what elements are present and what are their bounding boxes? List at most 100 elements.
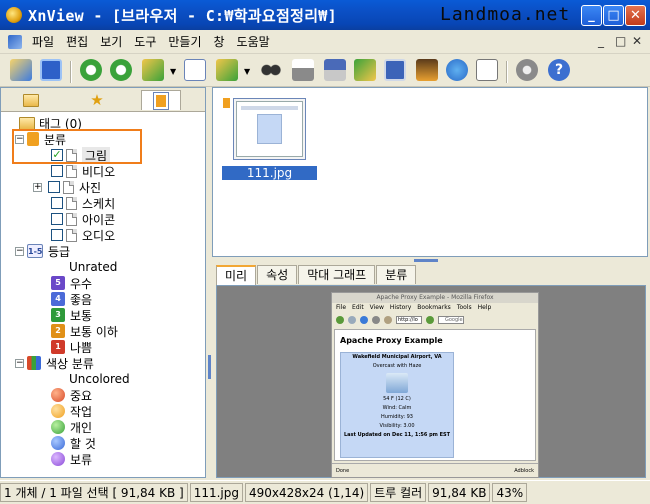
- mdi-minimize-button[interactable]: _: [598, 34, 604, 48]
- close-button[interactable]: ✕: [625, 5, 646, 26]
- horizontal-splitter[interactable]: [212, 257, 650, 265]
- capture-icon[interactable]: [382, 57, 408, 83]
- status-dimensions: 490x428x24 (1,14): [245, 483, 369, 502]
- preview-image-firefox-screenshot: Apache Proxy Example - Mozilla Firefox F…: [331, 292, 539, 478]
- collapse-toggle[interactable]: −: [15, 358, 24, 368]
- tree-item-rating-average[interactable]: 3 보통: [51, 307, 92, 323]
- tree-item-video[interactable]: 비디오: [51, 163, 115, 179]
- tree-item-color-personal[interactable]: 개인: [51, 419, 92, 435]
- left-panel-tabs: ★: [1, 88, 205, 112]
- find-icon[interactable]: [258, 57, 284, 83]
- mdi-close-button[interactable]: ✕: [632, 34, 642, 48]
- ff-weather-card: Wakefield Municipal Airport, VA Overcast…: [340, 352, 454, 458]
- tree-item-rating-excellent[interactable]: 5 우수: [51, 275, 92, 291]
- menu-file[interactable]: 파일: [26, 33, 60, 50]
- audio-checkbox[interactable]: [51, 229, 63, 241]
- watermark-text: Landmoa.net: [440, 4, 571, 25]
- sketch-checkbox[interactable]: [51, 197, 63, 209]
- window-title: XnView - [브라우저 - C:₩학과요점정리₩]: [28, 6, 337, 25]
- video-checkbox[interactable]: [51, 165, 63, 177]
- tree-item-color-labels[interactable]: − 색상 분류: [15, 355, 94, 371]
- ff-url: http://lo: [396, 316, 422, 324]
- web-icon[interactable]: [444, 57, 470, 83]
- rotate-right-icon[interactable]: [108, 57, 134, 83]
- tab-categories[interactable]: 분류: [376, 265, 417, 284]
- thumbnail-label[interactable]: 111.jpg: [222, 166, 317, 180]
- wallpaper-icon[interactable]: [414, 57, 440, 83]
- document-icon: [66, 164, 77, 178]
- contact-sheet-icon[interactable]: [474, 57, 500, 83]
- green-circle-icon: [51, 420, 65, 434]
- chevron-down-icon[interactable]: ▼: [244, 67, 250, 76]
- export-icon[interactable]: [214, 57, 240, 83]
- menu-tools[interactable]: 도구: [128, 33, 162, 50]
- tree-item-rating-good[interactable]: 4 좋음: [51, 291, 92, 307]
- forward-icon: [348, 316, 356, 324]
- reload-icon: [360, 316, 368, 324]
- tree-item-color-hold[interactable]: 보류: [51, 451, 92, 467]
- tree-item-unrated[interactable]: Unrated: [69, 259, 117, 275]
- menu-window[interactable]: 창: [208, 33, 231, 50]
- maximize-button[interactable]: □: [603, 5, 624, 26]
- tree-item-color-work[interactable]: 작업: [51, 403, 92, 419]
- thumbnail-browser: 111.jpg: [212, 87, 648, 257]
- minimize-button[interactable]: _: [581, 5, 602, 26]
- mdi-restore-button[interactable]: □: [615, 34, 626, 48]
- print-icon[interactable]: [290, 57, 316, 83]
- tree-item-rating-bad[interactable]: 1 나쁨: [51, 339, 92, 355]
- rating-5-icon: 5: [51, 276, 65, 290]
- copy-move-icon[interactable]: [140, 57, 166, 83]
- tree-item-color-important[interactable]: 중요: [51, 387, 92, 403]
- tree-item-photo[interactable]: + 사진: [33, 179, 101, 195]
- menu-view[interactable]: 보기: [94, 33, 128, 50]
- tree-item-sketch[interactable]: 스케치: [51, 195, 115, 211]
- menu-bar: 파일 편집 보기 도구 만들기 창 도움말: [0, 30, 650, 54]
- tree-item-audio[interactable]: 오디오: [51, 227, 115, 243]
- thumbnail-111-jpg[interactable]: [233, 98, 306, 160]
- menu-edit[interactable]: 편집: [60, 33, 94, 50]
- fullscreen-icon[interactable]: [38, 57, 64, 83]
- status-filename: 111.jpg: [189, 483, 243, 502]
- selection-highlight-box: [12, 129, 142, 164]
- rating-1-icon: 1: [51, 340, 65, 354]
- menu-create[interactable]: 만들기: [162, 33, 207, 50]
- open-browser-icon[interactable]: [8, 57, 34, 83]
- help-icon[interactable]: ?: [546, 57, 572, 83]
- folder-icon: [23, 93, 39, 107]
- splitter-grip-icon: [414, 259, 438, 262]
- expand-toggle[interactable]: +: [33, 182, 42, 192]
- toolbar: ▼ ▼ ?: [0, 55, 650, 87]
- tab-categories[interactable]: [141, 90, 181, 110]
- icon-checkbox[interactable]: [51, 213, 63, 225]
- tab-favorites[interactable]: ★: [77, 90, 117, 110]
- purple-circle-icon: [51, 452, 65, 466]
- scan-icon[interactable]: [322, 57, 348, 83]
- stop-icon: [372, 316, 380, 324]
- tree-item-color-todo[interactable]: 할 것: [51, 435, 96, 451]
- slideshow-icon[interactable]: [352, 57, 378, 83]
- tree-item-icon[interactable]: 아이콘: [51, 211, 115, 227]
- tree-item-uncolored[interactable]: Uncolored: [69, 371, 130, 387]
- properties-icon[interactable]: [182, 57, 208, 83]
- tab-preview[interactable]: 미리: [216, 265, 257, 285]
- ff-navbar: http://lo Google: [332, 313, 538, 327]
- category-marker-icon: [223, 98, 230, 108]
- status-selection: 1 개체 / 1 파일 선택 [ 91,84 KB ]: [0, 483, 188, 502]
- tab-folders[interactable]: [13, 90, 53, 110]
- home-icon: [384, 316, 392, 324]
- chevron-down-icon[interactable]: ▼: [170, 67, 176, 76]
- collapse-toggle[interactable]: −: [15, 246, 24, 256]
- ff-page: Apache Proxy Example Wakefield Municipal…: [334, 329, 536, 461]
- tree-item-rating[interactable]: − 1-5 등급: [15, 243, 70, 259]
- status-color-mode: 트루 컬러: [370, 483, 427, 502]
- tree-item-rating-below-average[interactable]: 2 보통 이하: [51, 323, 118, 339]
- tab-properties[interactable]: 속성: [257, 265, 298, 284]
- tab-histogram[interactable]: 막대 그래프: [298, 265, 376, 284]
- rotate-left-icon[interactable]: [78, 57, 104, 83]
- image-preview[interactable]: Apache Proxy Example - Mozilla Firefox F…: [216, 285, 646, 478]
- photo-checkbox[interactable]: [48, 181, 60, 193]
- menu-help[interactable]: 도움말: [231, 33, 276, 50]
- ff-menu: File Edit View History Bookmarks Tools H…: [336, 304, 492, 311]
- settings-icon[interactable]: [514, 57, 540, 83]
- xnview-app-icon: [6, 7, 22, 23]
